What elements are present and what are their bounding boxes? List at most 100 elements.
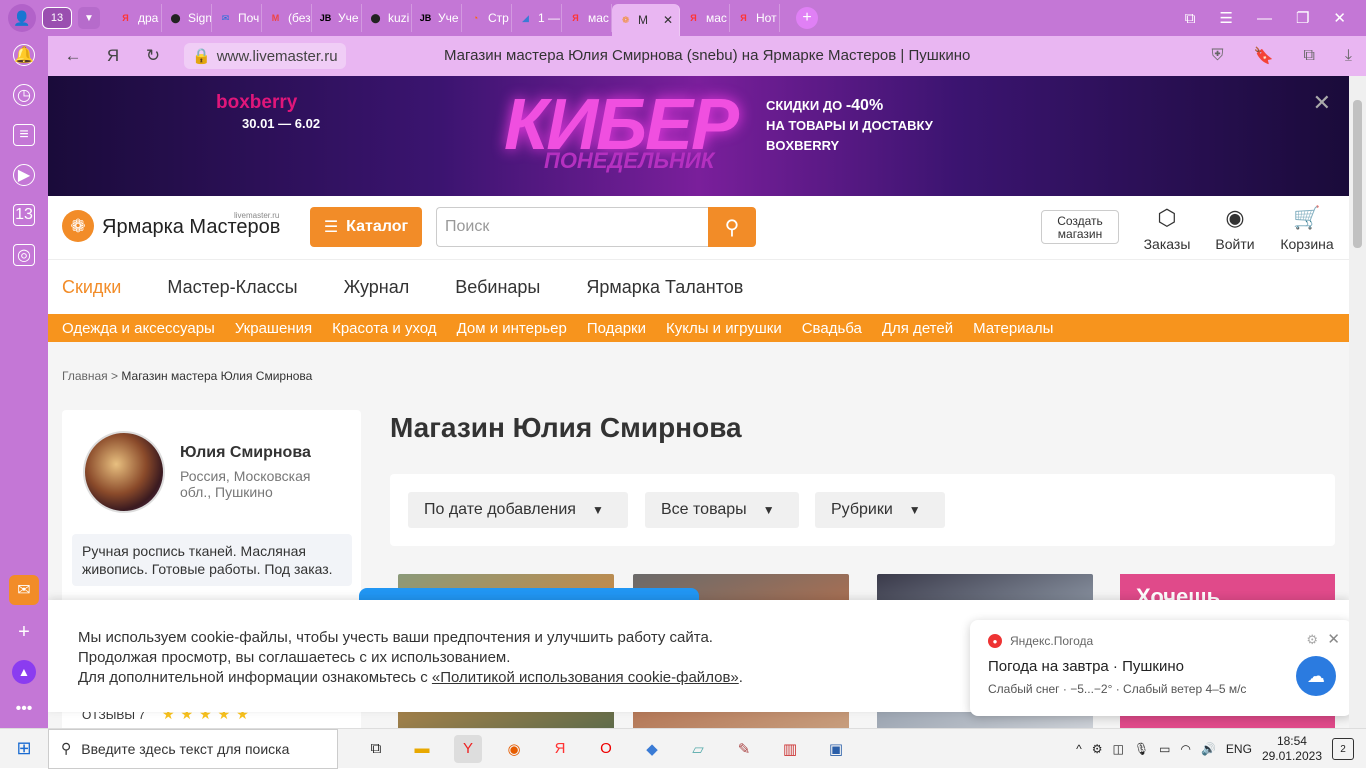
app-icon[interactable]: ▱ xyxy=(684,735,712,763)
download-icon[interactable]: ⤓ xyxy=(1345,46,1352,66)
app-icon[interactable]: ◆ xyxy=(638,735,666,763)
sort-dropdown[interactable]: По дате добавления ▼ xyxy=(408,492,628,528)
collections-icon[interactable]: ≡ xyxy=(13,124,35,146)
taskbar-search[interactable]: ⚲ Введите здесь текст для поиска xyxy=(48,728,338,769)
category-nav-item[interactable]: Материалы xyxy=(973,320,1053,337)
close-window-icon[interactable]: ✕ xyxy=(1333,9,1346,27)
task-view-icon[interactable]: ⧉ xyxy=(362,735,390,763)
close-icon[interactable]: ✕ xyxy=(1327,630,1340,648)
cookie-policy-link[interactable]: «Политикой использования cookie-файлов» xyxy=(432,669,739,686)
create-shop-button[interactable]: Создать магазин xyxy=(1041,210,1119,244)
search-input[interactable]: Поиск xyxy=(436,207,708,247)
play-icon[interactable]: ▶ xyxy=(13,164,35,186)
calendar-icon[interactable]: 13 xyxy=(13,204,35,226)
chevron-down-icon[interactable]: ▼ xyxy=(78,7,100,29)
browser-tab[interactable]: ⬤ kuzi xyxy=(362,4,412,32)
category-nav-item[interactable]: Подарки xyxy=(587,320,646,337)
category-nav-item[interactable]: Украшения xyxy=(235,320,312,337)
search-button[interactable]: ⚲ xyxy=(708,207,756,247)
category-nav-item[interactable]: Куклы и игрушки xyxy=(666,320,782,337)
firefox-icon[interactable]: ◉ xyxy=(500,735,528,763)
profile-icon[interactable]: 👤 xyxy=(8,4,36,32)
rubrics-dropdown[interactable]: Рубрики ▼ xyxy=(815,492,945,528)
login-button[interactable]: ◉ Войти xyxy=(1205,204,1265,252)
category-nav-item[interactable]: Для детей xyxy=(882,320,953,337)
opera-icon[interactable]: O xyxy=(592,735,620,763)
mic-icon[interactable]: 🎙 xyxy=(1134,742,1149,756)
main-nav-item[interactable]: Журнал xyxy=(344,277,410,298)
file-explorer-icon[interactable]: ▬ xyxy=(408,735,436,763)
browser-tab[interactable]: ◔ Стр xyxy=(462,4,512,32)
add-panel-icon[interactable]: + xyxy=(18,621,30,644)
menu-icon[interactable]: ☰ xyxy=(1220,9,1233,27)
yandex-icon[interactable]: Я xyxy=(546,735,574,763)
history-icon[interactable]: ◷ xyxy=(13,84,35,106)
browser-tab[interactable]: JB Уче xyxy=(312,4,362,32)
mail-app-icon[interactable]: ✉ xyxy=(9,575,39,605)
app-icon[interactable]: ▥ xyxy=(776,735,804,763)
category-nav-item[interactable]: Дом и интерьер xyxy=(457,320,567,337)
category-nav-item[interactable]: Красота и уход xyxy=(332,320,436,337)
catalog-button[interactable]: ☰ Каталог xyxy=(310,207,422,247)
main-nav-item[interactable]: Мастер-Классы xyxy=(167,277,297,298)
browser-tab[interactable]: JB Уче xyxy=(412,4,462,32)
browser-tab[interactable]: ❁ М ✕ xyxy=(612,4,680,36)
main-nav-item[interactable]: Ярмарка Талантов xyxy=(586,277,743,298)
battery-icon[interactable]: ▭ xyxy=(1159,742,1170,756)
url-field[interactable]: 🔒 www.livemaster.ru xyxy=(184,43,346,69)
browser-tab[interactable]: ✉ Поч xyxy=(212,4,262,32)
orders-button[interactable]: ⬡ Заказы xyxy=(1137,204,1197,252)
restore-icon[interactable]: ❐ xyxy=(1296,9,1309,27)
wifi-icon[interactable]: ◠ xyxy=(1180,742,1190,756)
gear-icon[interactable]: ⚙ xyxy=(1306,632,1318,648)
category-nav-item[interactable]: Свадьба xyxy=(802,320,862,337)
clock[interactable]: 18:54 29.01.2023 xyxy=(1262,734,1322,764)
items-filter-dropdown[interactable]: Все товары ▼ xyxy=(645,492,799,528)
yandex-icon[interactable]: Я xyxy=(98,46,128,66)
alice-icon[interactable]: ▲ xyxy=(12,660,36,684)
tray-app-icon[interactable]: ⚙ xyxy=(1092,742,1103,756)
breadcrumb-home[interactable]: Главная xyxy=(62,369,108,383)
camera-icon[interactable]: ◎ xyxy=(13,244,35,266)
yandex-browser-icon[interactable]: Y xyxy=(454,734,482,763)
browser-tab[interactable]: ◢ 1 — xyxy=(512,4,562,32)
new-tab-button[interactable]: + xyxy=(796,7,818,29)
close-tab-icon[interactable]: ✕ xyxy=(663,13,673,27)
bell-icon[interactable]: 🔔 xyxy=(13,44,35,66)
bookmark-icon[interactable]: 🔖 xyxy=(1254,46,1274,66)
browser-tab[interactable]: ⬤ Sign xyxy=(162,4,212,32)
extension-icon[interactable]: ⛨ xyxy=(1212,46,1224,66)
main-nav-item[interactable]: Вебинары xyxy=(455,277,540,298)
more-icon[interactable]: ••• xyxy=(16,700,33,718)
volume-icon[interactable]: 🔊 xyxy=(1201,742,1216,756)
scrollbar[interactable] xyxy=(1349,76,1366,728)
browser-tab[interactable]: Ямас xyxy=(680,4,730,32)
photos-icon[interactable]: ▣ xyxy=(822,735,850,763)
notifications-icon[interactable]: 2 xyxy=(1332,738,1354,760)
tabs-icon[interactable]: ⧉ xyxy=(1185,10,1196,27)
network-icon[interactable]: ◫ xyxy=(1113,742,1124,756)
main-nav-item[interactable]: Скидки xyxy=(62,277,121,298)
master-name[interactable]: Юлия Смирнова xyxy=(180,444,311,462)
minimize-icon[interactable]: — xyxy=(1257,10,1272,27)
weather-notification[interactable]: ● Яндекс.Погода ⚙ ✕ Погода на завтра · П… xyxy=(970,620,1349,716)
browser-tab[interactable]: Я Нот xyxy=(730,4,780,32)
browser-tab[interactable]: Ямас xyxy=(562,4,612,32)
scrollbar-thumb[interactable] xyxy=(1353,100,1362,248)
banner-close-icon[interactable]: ✕ xyxy=(1313,90,1331,116)
browser-tab[interactable]: M (без xyxy=(262,4,312,32)
logo-icon[interactable]: ❁ xyxy=(62,210,94,242)
app-icon[interactable]: ✎ xyxy=(730,735,758,763)
back-icon[interactable]: ← xyxy=(58,46,88,66)
reload-icon[interactable]: ↻ xyxy=(138,46,168,66)
avatar[interactable] xyxy=(83,431,165,513)
windows-start-icon[interactable]: ⊞ xyxy=(0,729,48,769)
browser-tab[interactable]: Ядра xyxy=(112,4,162,32)
tab-counter[interactable]: 13 xyxy=(42,7,72,29)
cart-button[interactable]: 🛒 Корзина xyxy=(1277,204,1337,252)
chevron-up-icon[interactable]: ^ xyxy=(1076,742,1082,756)
promo-banner[interactable]: boxberry 30.01 — 6.02 КИБЕР ПОНЕДЕЛЬНИК … xyxy=(48,76,1349,196)
language-indicator[interactable]: ENG xyxy=(1226,742,1252,756)
category-nav-item[interactable]: Одежда и аксессуары xyxy=(62,320,215,337)
bookmarks-panel-icon[interactable]: ⧉ xyxy=(1303,46,1314,66)
